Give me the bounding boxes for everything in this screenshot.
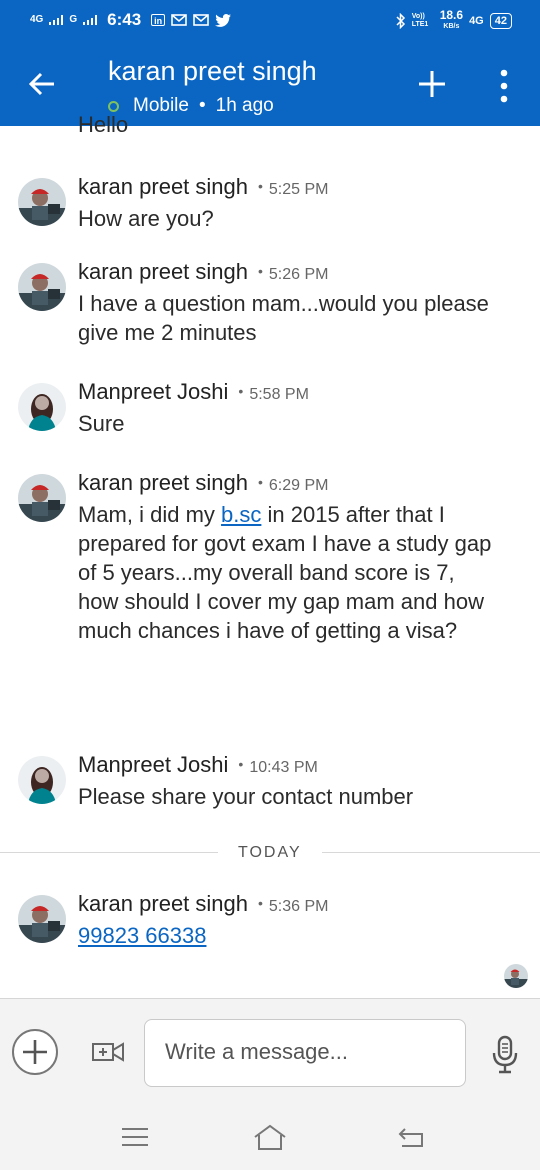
nav-back-icon[interactable] — [396, 1124, 426, 1150]
message-time: 6:29 PM — [268, 477, 329, 494]
status-bar: 4G G 6:43 in Vo)) LTE1 18.6 KB/s 4G 42 — [0, 0, 540, 42]
home-icon[interactable] — [252, 1122, 288, 1152]
network-speed: 18.6 KB/s — [439, 8, 464, 30]
meta-dot: • — [258, 474, 263, 490]
message-text-part: Mam, i did my — [78, 502, 222, 527]
sender-name[interactable]: Manpreet Joshi — [78, 752, 228, 777]
avatar[interactable] — [18, 474, 66, 522]
mail-icon — [171, 14, 187, 26]
day-divider: TODAY — [0, 844, 540, 861]
plus-circle-icon[interactable] — [12, 1029, 58, 1075]
avatar[interactable] — [18, 895, 66, 943]
video-call-icon[interactable] — [92, 1041, 124, 1063]
message-time: 10:43 PM — [249, 759, 318, 776]
sender-name[interactable]: Manpreet Joshi — [78, 379, 228, 404]
gmail-icon — [193, 14, 209, 26]
message-input[interactable] — [163, 1038, 457, 1066]
signal-bars-icon-2 — [83, 15, 98, 25]
meta-dot: • — [238, 756, 244, 772]
linkedin-notification-icon: in — [151, 14, 166, 26]
battery-indicator: 42 — [489, 13, 512, 29]
partial-message: Hello — [78, 112, 129, 137]
message-text: 99823 66338 — [78, 921, 498, 950]
divider-line — [322, 852, 540, 853]
system-nav-bar — [0, 1106, 540, 1170]
signal-2-indicator: G — [69, 14, 78, 25]
meta-dot: • — [258, 263, 263, 279]
recents-menu-icon[interactable] — [120, 1126, 150, 1148]
avatar[interactable] — [18, 178, 66, 226]
read-receipt-avatar — [504, 964, 528, 988]
volte-indicator: Vo)) LTE1 — [411, 13, 429, 28]
bluetooth-icon — [396, 13, 405, 29]
divider-line — [0, 852, 218, 853]
signal-bars-icon — [49, 15, 64, 25]
message-text: Mam, i did my b.sc in 2015 after that I … — [78, 500, 498, 645]
plus-icon[interactable] — [416, 68, 448, 100]
phone-link[interactable]: 99823 66338 — [78, 923, 206, 948]
signal-1-indicator: 4G — [30, 14, 44, 25]
message-text: Sure — [78, 411, 125, 436]
avatar[interactable] — [18, 383, 66, 431]
meta-dot: • — [258, 178, 263, 194]
message-link[interactable]: b.sc — [221, 502, 261, 527]
sender-name[interactable]: karan preet singh — [78, 259, 248, 284]
message-time: 5:26 PM — [268, 266, 329, 283]
arrow-left-icon[interactable] — [26, 68, 58, 100]
last-seen: 1h ago — [215, 95, 274, 116]
message-time: 5:25 PM — [268, 181, 329, 198]
avatar[interactable] — [18, 263, 66, 311]
message-composer — [0, 998, 540, 1107]
conversation-title: karan preet singh — [108, 56, 317, 86]
online-indicator — [108, 100, 119, 112]
message-text: How are you? — [78, 206, 214, 231]
message-input-box[interactable] — [144, 1019, 466, 1087]
meta-dot: • — [258, 895, 263, 911]
meta-dot: • — [238, 383, 244, 399]
sender-name[interactable]: karan preet singh — [78, 470, 248, 495]
kebab-menu-icon[interactable] — [498, 68, 510, 104]
twitter-icon — [215, 13, 232, 27]
message-time: 5:58 PM — [249, 386, 309, 403]
network-type: 4G — [469, 15, 484, 27]
presence-status: Mobile • 1h ago — [108, 95, 274, 117]
message-time: 5:36 PM — [268, 898, 329, 915]
status-time: 6:43 — [107, 10, 142, 29]
avatar[interactable] — [18, 756, 66, 804]
microphone-icon[interactable] — [490, 1035, 520, 1075]
sender-name[interactable]: karan preet singh — [78, 174, 248, 199]
message-text: Please share your contact number — [78, 784, 414, 809]
message-text: I have a question mam...would you please… — [78, 291, 489, 345]
sender-name[interactable]: karan preet singh — [78, 891, 248, 916]
presence-label: Mobile — [133, 95, 189, 116]
presence-separator: • — [198, 95, 206, 116]
day-divider-label: TODAY — [238, 844, 302, 861]
